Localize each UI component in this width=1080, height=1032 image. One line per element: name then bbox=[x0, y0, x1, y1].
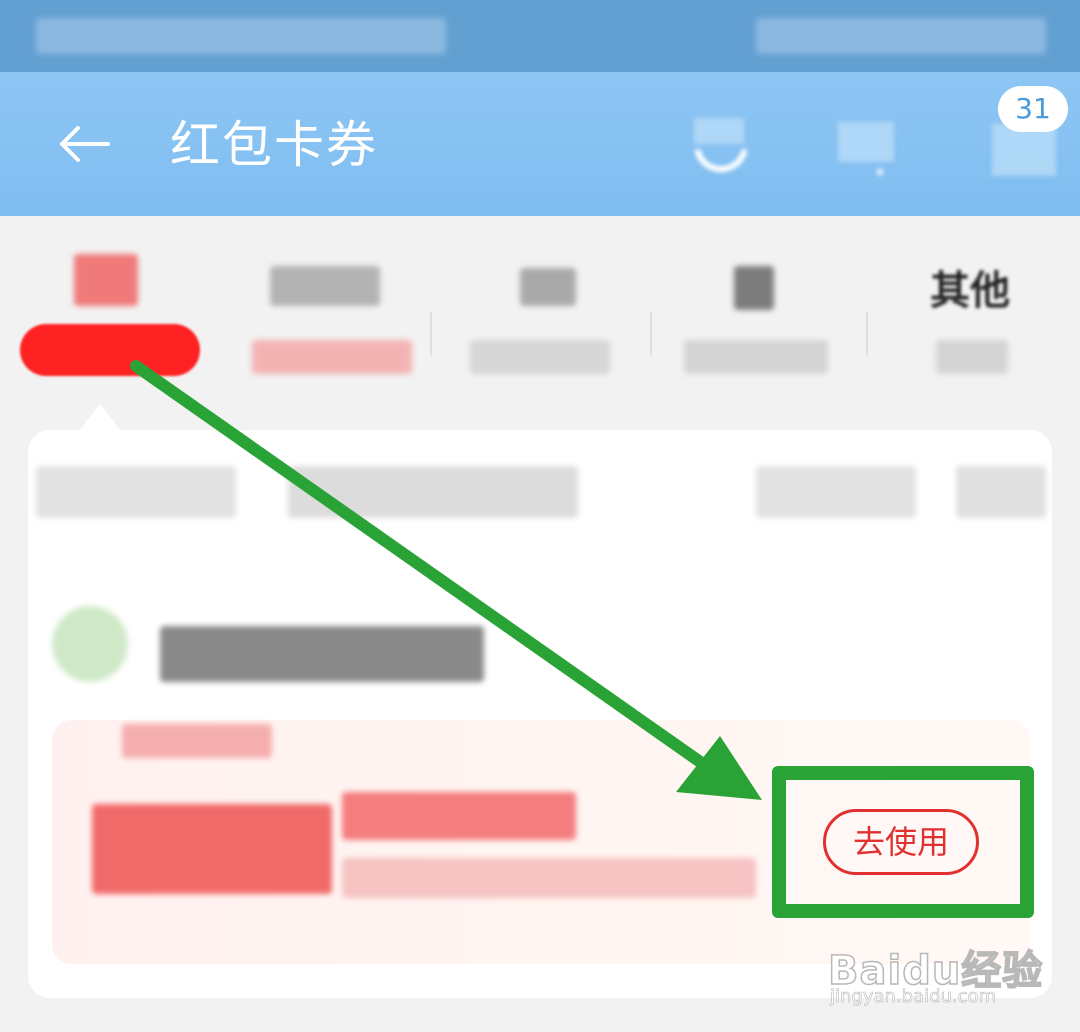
refresh-icon[interactable] bbox=[684, 108, 756, 180]
tab-count-pill bbox=[20, 324, 200, 376]
tab-divider bbox=[430, 312, 432, 356]
coupon-title-redacted bbox=[342, 792, 576, 840]
tab-divider bbox=[650, 312, 652, 356]
tab-other-label: 其他 bbox=[930, 268, 1010, 314]
tab-category-3[interactable] bbox=[460, 246, 660, 386]
filter-chip-1[interactable] bbox=[36, 466, 236, 518]
tab-other-count bbox=[936, 340, 1008, 374]
baidu-jingyan-watermark: Baidu经验 jingyan.baidu.com bbox=[827, 938, 1043, 1018]
tab-divider bbox=[866, 312, 868, 356]
coupon-tag-redacted bbox=[122, 724, 272, 758]
tab-category-2-icon bbox=[270, 266, 380, 306]
merchant-logo bbox=[52, 606, 128, 682]
tab-category-4[interactable] bbox=[676, 246, 876, 386]
message-count-badge: 31 bbox=[998, 86, 1068, 132]
tab-category-3-icon bbox=[520, 268, 576, 306]
filter-chip-2[interactable] bbox=[288, 466, 578, 518]
arrow-left-icon[interactable] bbox=[56, 124, 112, 164]
category-tab-strip: 其他 bbox=[0, 216, 1080, 406]
status-bar-left-redacted bbox=[36, 18, 446, 54]
panel-pointer bbox=[78, 404, 122, 432]
coupon-validity-redacted bbox=[342, 858, 756, 898]
status-bar bbox=[0, 0, 1080, 72]
watermark-url: jingyan.baidu.com bbox=[830, 986, 997, 1008]
filter-chip-3[interactable] bbox=[756, 466, 916, 518]
page-title: 红包卡券 bbox=[170, 116, 378, 174]
filter-chip-4[interactable] bbox=[956, 466, 1046, 518]
annotation-highlight-box bbox=[772, 766, 1034, 918]
tab-category-4-count bbox=[684, 340, 828, 374]
search-icon[interactable] bbox=[830, 108, 902, 180]
coupon-amount-redacted bbox=[92, 804, 332, 894]
tab-category-2-count bbox=[252, 340, 412, 374]
tab-category-4-icon bbox=[734, 266, 774, 310]
tab-red-packets[interactable] bbox=[0, 246, 200, 386]
tab-category-2[interactable] bbox=[240, 246, 440, 386]
merchant-name-redacted bbox=[160, 626, 484, 682]
app-header: 红包卡券 31 bbox=[0, 72, 1080, 216]
red-tag-icon bbox=[74, 254, 138, 306]
tab-category-3-count bbox=[470, 340, 610, 374]
status-bar-right-redacted bbox=[756, 18, 1046, 54]
